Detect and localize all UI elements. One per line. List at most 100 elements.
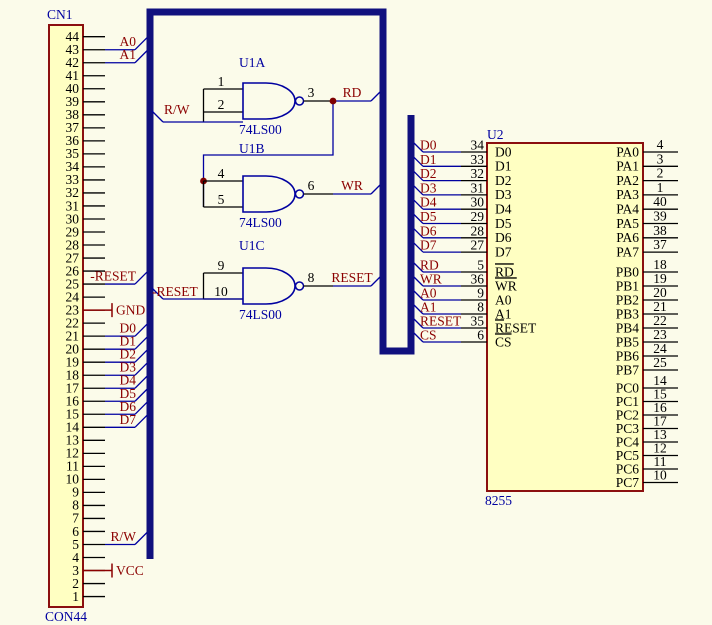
u2-designator[interactable]: U2 bbox=[487, 127, 504, 142]
net-label-D7[interactable]: D7 bbox=[420, 238, 437, 253]
u2-pin-number: 19 bbox=[653, 271, 667, 286]
u2-pin-name: PA6 bbox=[616, 230, 639, 245]
net-label-A0[interactable]: A0 bbox=[420, 286, 437, 301]
u2-pin-number: 37 bbox=[653, 237, 667, 252]
net-label-D1[interactable]: D1 bbox=[420, 152, 437, 167]
u2-pin-number: 32 bbox=[471, 166, 485, 181]
u2-pin-number: 2 bbox=[657, 166, 664, 181]
net-label--RESET[interactable]: -RESET bbox=[152, 284, 199, 299]
u2-pin-number: 31 bbox=[471, 180, 485, 195]
cn1-part-label[interactable]: CON44 bbox=[45, 609, 87, 624]
gate-pin-number: 6 bbox=[308, 178, 315, 193]
u2-pin-number: 33 bbox=[471, 152, 485, 167]
gate-part-number[interactable]: 74LS00 bbox=[239, 215, 282, 230]
u2-pin-name: D3 bbox=[495, 187, 512, 202]
gate-pin-number: 1 bbox=[218, 74, 225, 89]
u2-pin-number: 22 bbox=[653, 313, 667, 328]
net-label-RD[interactable]: RD bbox=[420, 258, 439, 273]
net-label-WR[interactable]: WR bbox=[420, 272, 442, 287]
u2-pin-number: 6 bbox=[477, 328, 484, 343]
u2-pin-name: A1 bbox=[495, 306, 512, 321]
gate-designator[interactable]: U1A bbox=[239, 55, 265, 70]
u2-pin-name: D0 bbox=[495, 144, 512, 159]
cn1-pin-number: 1 bbox=[72, 589, 79, 604]
gate-pin-number: 9 bbox=[218, 258, 225, 273]
u2-pin-number: 40 bbox=[653, 194, 667, 209]
u2-pin-number: 5 bbox=[477, 258, 484, 273]
net-label-R/W[interactable]: R/W bbox=[111, 529, 137, 544]
gate-designator[interactable]: U1B bbox=[239, 141, 265, 156]
u2-pin-name: RD bbox=[495, 264, 514, 279]
u2-pin-name: WR bbox=[495, 278, 517, 293]
u2-pin-name: PB4 bbox=[616, 320, 640, 335]
net-label-D2[interactable]: D2 bbox=[420, 166, 437, 181]
gate-pin-number: 3 bbox=[308, 85, 315, 100]
u2-pin-name: PA3 bbox=[616, 187, 639, 202]
net-label-A1[interactable]: A1 bbox=[120, 47, 137, 62]
gate-part-number[interactable]: 74LS00 bbox=[239, 122, 282, 137]
net-label-RD[interactable]: RD bbox=[343, 85, 362, 100]
u2-pin-number: 23 bbox=[653, 327, 667, 342]
net-label-D4[interactable]: D4 bbox=[420, 195, 437, 210]
junction-dot bbox=[330, 98, 337, 105]
u2-part-label[interactable]: 8255 bbox=[485, 493, 512, 508]
u2-pin-number: 36 bbox=[471, 272, 485, 287]
u2-pin-number: 21 bbox=[653, 299, 667, 314]
u2-pin-name: PB2 bbox=[616, 292, 639, 307]
u2-pin-number: 8 bbox=[477, 300, 484, 315]
u2-pin-name: D5 bbox=[495, 216, 512, 231]
net-label-D0[interactable]: D0 bbox=[420, 138, 437, 153]
u2-pin-number: 29 bbox=[471, 209, 485, 224]
schematic-canvas: CN1CON444443A042A14140393837363534333231… bbox=[0, 0, 712, 625]
u2-pin-name: D6 bbox=[495, 230, 512, 245]
u2-pin-name: PA4 bbox=[616, 202, 639, 217]
gate-part-number[interactable]: 74LS00 bbox=[239, 307, 282, 322]
net-label-RESET[interactable]: RESET bbox=[420, 314, 462, 329]
u2-pin-name: PB0 bbox=[616, 264, 640, 279]
gate-pin-number: 5 bbox=[218, 192, 225, 207]
u2-pin-number: 39 bbox=[653, 209, 667, 224]
u2-pin-name: PB1 bbox=[616, 278, 639, 293]
u2-pin-name: PB5 bbox=[616, 334, 640, 349]
u2-pin-name: D2 bbox=[495, 173, 512, 188]
u2-pin-name: D7 bbox=[495, 244, 512, 259]
net-label-RESET[interactable]: RESET bbox=[331, 270, 373, 285]
net-label-D6[interactable]: D6 bbox=[420, 223, 437, 238]
u2-pin-name: A0 bbox=[495, 292, 512, 307]
u2-pin-number: 34 bbox=[471, 138, 485, 153]
net-label-CS[interactable]: CS bbox=[420, 328, 437, 343]
u2-pin-number: 28 bbox=[471, 223, 485, 238]
u2-pin-number: 25 bbox=[653, 355, 667, 370]
u2-pin-name: PA1 bbox=[616, 159, 639, 174]
u2-pin-name: PB6 bbox=[616, 348, 640, 363]
net-label--RESET[interactable]: -RESET bbox=[90, 269, 137, 284]
u2-pin-name: PB7 bbox=[616, 362, 640, 377]
power-label-GND[interactable]: GND bbox=[116, 302, 145, 317]
u2-pin-number: 20 bbox=[653, 285, 667, 300]
net-label-D7[interactable]: D7 bbox=[120, 412, 137, 427]
net-label-WR[interactable]: WR bbox=[341, 178, 363, 193]
u2-pin-number: 1 bbox=[657, 180, 664, 195]
u2-pin-number: 18 bbox=[653, 257, 667, 272]
u2-pin-name: PC7 bbox=[616, 475, 640, 490]
power-label-VCC[interactable]: VCC bbox=[116, 563, 144, 578]
net-label-D3[interactable]: D3 bbox=[420, 180, 437, 195]
gate-pin-number: 8 bbox=[308, 270, 315, 285]
u2-pin-number: 3 bbox=[657, 151, 664, 166]
cn1-designator[interactable]: CN1 bbox=[47, 7, 73, 22]
u2-pin-name: PA0 bbox=[616, 144, 639, 159]
net-label-R/W[interactable]: R/W bbox=[164, 102, 190, 117]
u2-pin-name: PB3 bbox=[616, 306, 640, 321]
gate-designator[interactable]: U1C bbox=[239, 238, 265, 253]
u2-pin-number: 10 bbox=[653, 468, 667, 483]
net-label-A1[interactable]: A1 bbox=[420, 300, 437, 315]
u2-pin-number: 27 bbox=[471, 238, 485, 253]
u2-pin-name: RESET bbox=[495, 320, 537, 335]
u2-pin-number: 9 bbox=[477, 286, 484, 301]
u2-pin-name: CS bbox=[495, 334, 512, 349]
net-label-D5[interactable]: D5 bbox=[420, 209, 437, 224]
schematic-sheet: CN1CON444443A042A14140393837363534333231… bbox=[0, 0, 712, 625]
gate-pin-number: 2 bbox=[218, 97, 225, 112]
u2-pin-number: 38 bbox=[653, 223, 667, 238]
u2-pin-name: D4 bbox=[495, 202, 512, 217]
